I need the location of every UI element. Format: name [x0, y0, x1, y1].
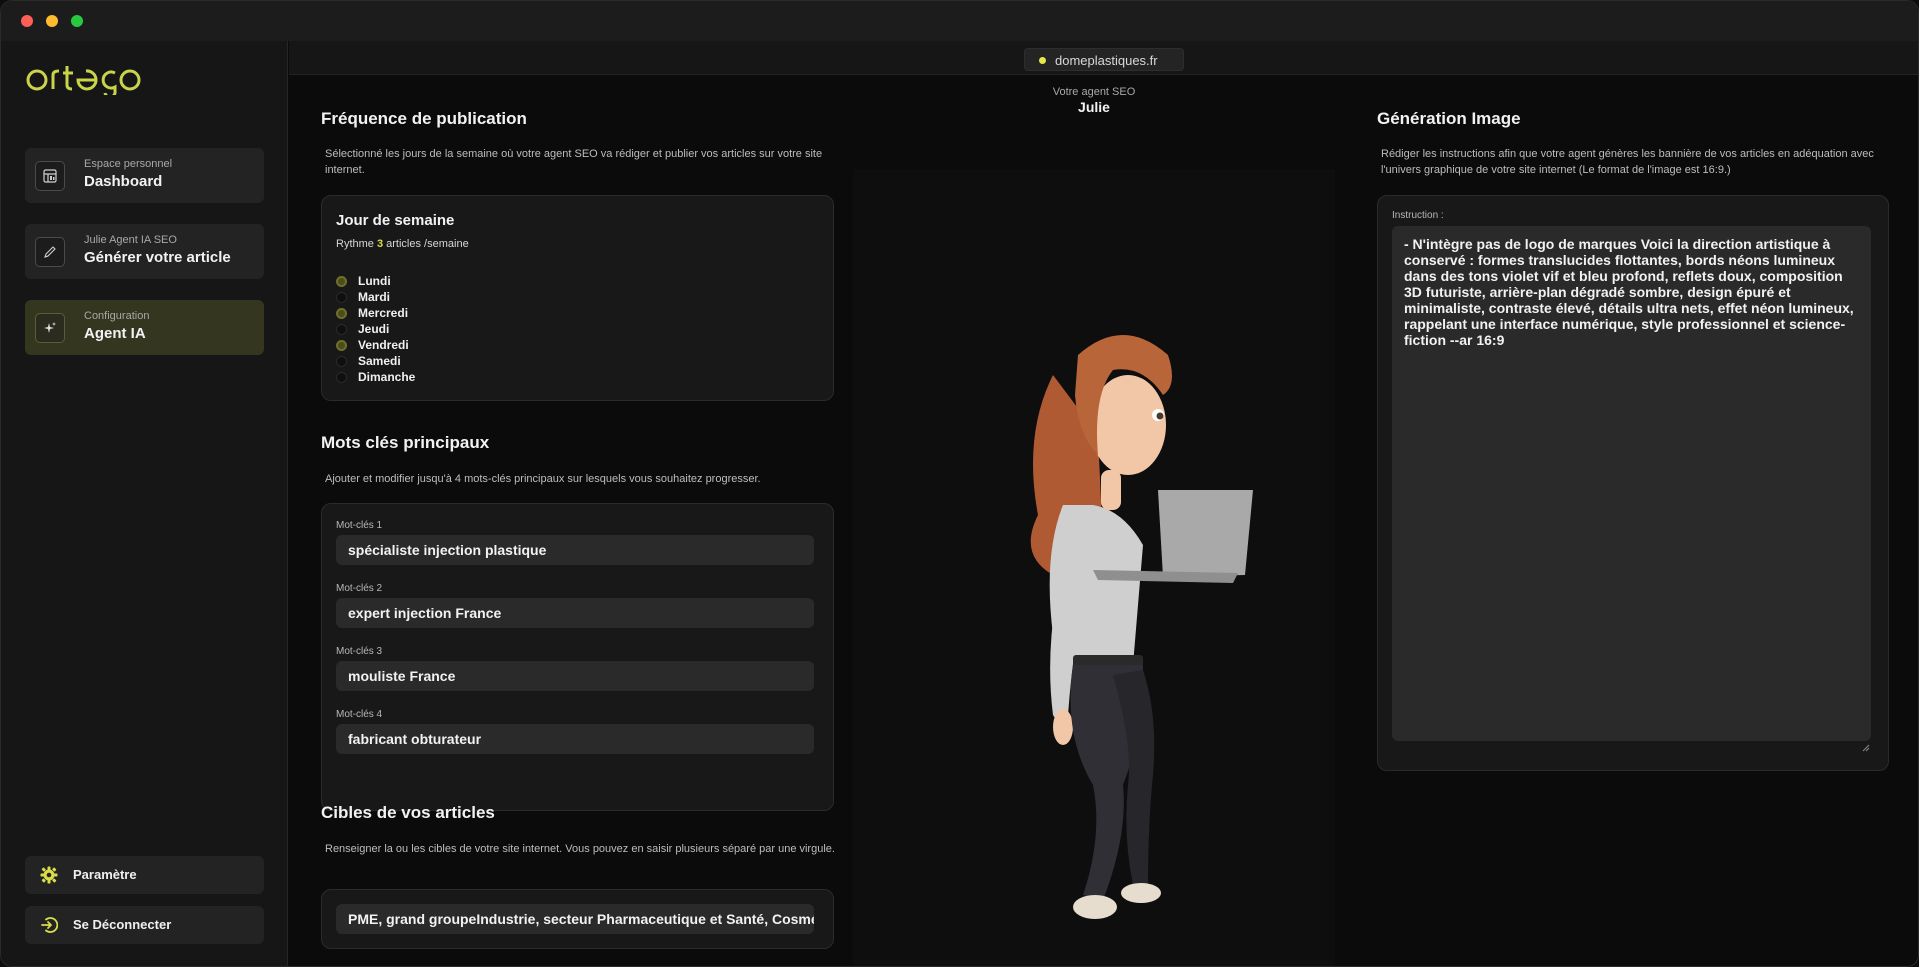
agent-avatar [1030, 335, 1253, 919]
day-radio[interactable] [336, 372, 347, 383]
keyword-4-input[interactable] [336, 724, 814, 754]
day-label: Vendredi [358, 338, 409, 352]
agent-header: Votre agent SEO Julie [853, 75, 1335, 169]
keyword-label: Mot-clés 4 [336, 709, 383, 720]
agent-label: Votre agent SEO [1052, 86, 1136, 98]
agent-name: Julie [1078, 99, 1110, 115]
sidebar-item-label: Agent IA [84, 325, 146, 342]
rhythm-count: 3 [376, 238, 384, 250]
day-radio[interactable] [336, 340, 347, 351]
sidebar-item-sublabel: Configuration [84, 310, 150, 322]
day-label: Mardi [358, 290, 391, 304]
maximize-window-button[interactable] [71, 15, 83, 27]
rhythm-prefix: Rythme [336, 238, 374, 250]
main-content: domeplastiques.fr Fréquence de publicati… [289, 41, 1918, 966]
day-radio[interactable] [336, 324, 347, 335]
dashboard-icon [35, 161, 65, 191]
rhythm-suffix: articles /semaine [386, 238, 469, 250]
sidebar-item-label: Dashboard [84, 173, 163, 190]
keyword-label: Mot-clés 3 [336, 646, 383, 657]
image-generation-title: Génération Image [1377, 109, 1521, 128]
day-label: Dimanche [358, 370, 416, 384]
weekdays-title: Jour de semaine [336, 212, 455, 229]
logout-icon [41, 917, 58, 933]
pen-icon [35, 237, 65, 267]
day-label: Jeudi [358, 322, 390, 336]
targets-title: Cibles de vos articles [321, 803, 495, 822]
ortego-logo-icon [26, 66, 141, 95]
rhythm-text: Rythme 3 articles /semaine [336, 238, 469, 250]
frequency-title: Fréquence de publication [321, 109, 527, 128]
day-label: Mercredi [358, 306, 409, 320]
instruction-textarea[interactable]: - N'intègre pas de logo de marques Voici… [1392, 226, 1871, 741]
sidebar-item-label: Générer votre article [84, 249, 231, 266]
day-label: Lundi [358, 274, 391, 288]
keywords-card: Mot-clés 1 Mot-clés 2 Mot-clés 3 Mot-clé… [321, 503, 834, 811]
image-generation-description: Rédiger les instructions afin que votre … [1381, 148, 1874, 176]
instruction-card: Instruction : - N'intègre pas de logo de… [1377, 195, 1889, 771]
status-dot [1039, 57, 1046, 64]
keywords-description: Ajouter et modifier jusqu'à 4 mots-clés … [325, 473, 761, 485]
logout-button[interactable]: Se Déconnecter [25, 906, 264, 944]
sidebar-item-dashboard[interactable]: Espace personnel Dashboard [25, 148, 264, 203]
sidebar-item-agent-ia[interactable]: Configuration Agent IA [25, 300, 264, 355]
resize-handle-icon[interactable] [1862, 744, 1870, 752]
weekdays-card: Jour de semaine Rythme 3 articles /semai… [321, 195, 834, 401]
sidebar: Espace personnel Dashboard Julie Agent I… [1, 41, 288, 966]
day-radio[interactable] [336, 308, 347, 319]
settings-label: Paramètre [73, 867, 137, 882]
keywords-title: Mots clés principaux [321, 433, 490, 452]
logout-label: Se Déconnecter [73, 917, 172, 932]
day-radio[interactable] [336, 276, 347, 287]
keyword-2-input[interactable] [336, 598, 814, 628]
sidebar-item-sublabel: Espace personnel [84, 158, 173, 170]
top-bar: domeplastiques.fr [289, 41, 1918, 75]
agent-panel: Votre agent SEO Julie [853, 75, 1335, 966]
keyword-1-input[interactable] [336, 535, 814, 565]
day-radio[interactable] [336, 356, 347, 367]
domain-selector[interactable]: domeplastiques.fr [1024, 48, 1184, 71]
app-window: Espace personnel Dashboard Julie Agent I… [0, 0, 1919, 967]
close-window-button[interactable] [21, 15, 33, 27]
targets-card [321, 889, 834, 949]
day-label: Samedi [358, 354, 401, 368]
targets-description: Renseigner la ou les cibles de votre sit… [325, 843, 835, 855]
keyword-label: Mot-clés 2 [336, 583, 383, 594]
keyword-label: Mot-clés 1 [336, 520, 383, 531]
app-logo[interactable] [25, 63, 141, 95]
title-bar [1, 1, 1918, 41]
keyword-3-input[interactable] [336, 661, 814, 691]
gear-icon [40, 866, 58, 884]
domain-label: domeplastiques.fr [1055, 53, 1158, 68]
settings-button[interactable]: Paramètre [25, 856, 264, 894]
targets-input[interactable] [336, 904, 814, 934]
sparkle-icon [35, 313, 65, 343]
sidebar-item-sublabel: Julie Agent IA SEO [84, 234, 177, 246]
day-radio[interactable] [336, 292, 347, 303]
frequency-description: Sélectionné les jours de la semaine où v… [325, 148, 823, 176]
minimize-window-button[interactable] [46, 15, 58, 27]
instruction-label: Instruction : [1392, 210, 1444, 221]
sidebar-item-generate-article[interactable]: Julie Agent IA SEO Générer votre article [25, 224, 264, 279]
